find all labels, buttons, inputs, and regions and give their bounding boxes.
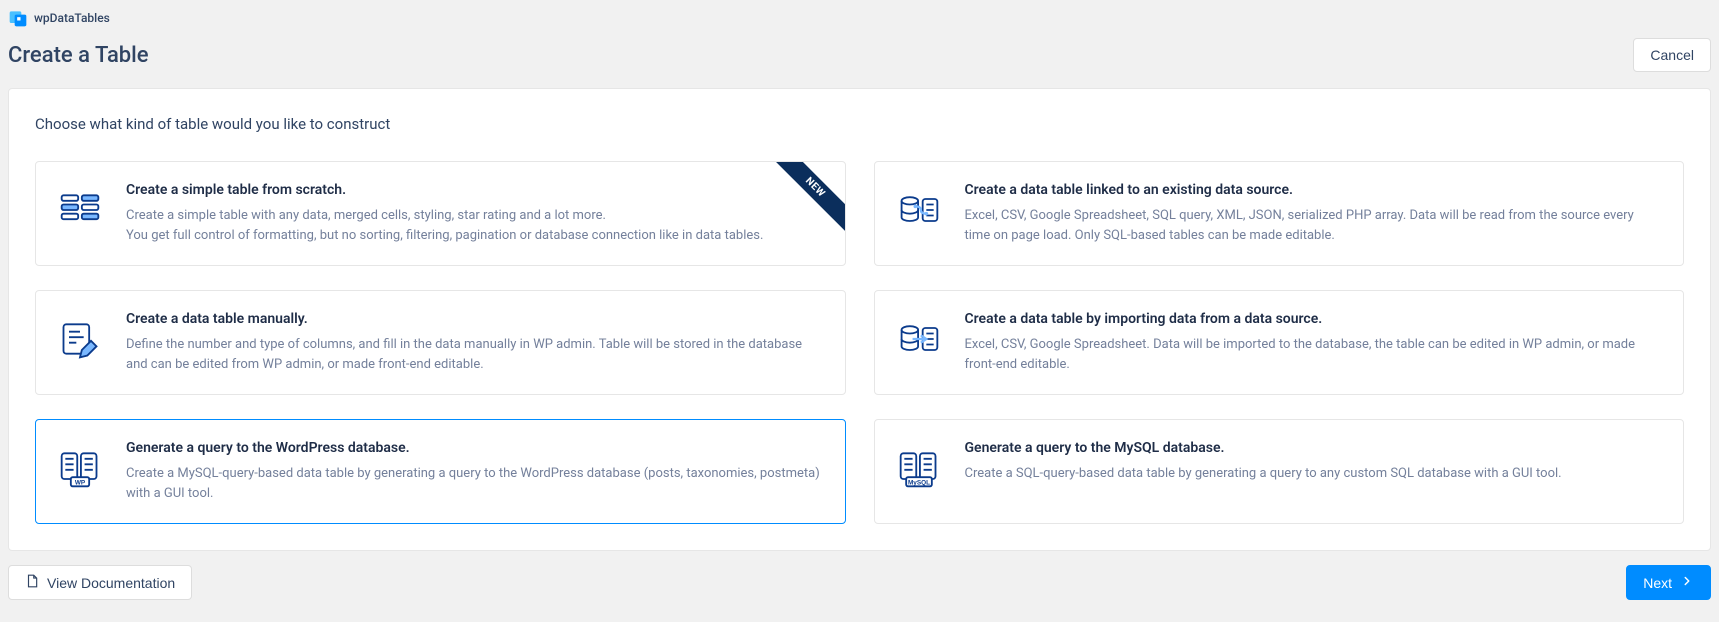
card-title: Create a simple table from scratch. [126,182,821,198]
card-mysql-query[interactable]: MySQL Generate a query to the MySQL data… [874,419,1685,524]
titlebar: Create a Table Cancel [8,38,1711,72]
card-desc: Create a simple table with any data, mer… [126,206,821,245]
card-title: Create a data table by importing data fr… [965,311,1660,327]
svg-text:MySQL: MySQL [907,480,929,487]
wordpress-query-icon: WP [56,444,104,492]
header: wpDataTables Create a Table Cancel [0,0,1719,88]
card-desc: Create a MySQL-query-based data table by… [126,464,821,503]
mysql-query-icon: MySQL [895,444,943,492]
main-panel: Choose what kind of table would you like… [8,88,1711,551]
page-title: Create a Table [8,43,149,68]
card-title: Create a data table manually. [126,311,821,327]
linked-source-icon [895,186,943,234]
card-title: Generate a query to the WordPress databa… [126,440,821,456]
card-title: Generate a query to the MySQL database. [965,440,1660,456]
card-grid: NEW Create a simple table from scratch. … [35,161,1684,524]
card-simple-table[interactable]: NEW Create a simple table from scratch. … [35,161,846,266]
document-icon [25,574,39,591]
manual-table-icon [56,315,104,363]
next-label: Next [1643,575,1672,591]
card-desc: Excel, CSV, Google Spreadsheet, SQL quer… [965,206,1660,245]
brand-name: wpDataTables [34,11,110,25]
view-documentation-label: View Documentation [47,575,175,591]
card-desc: Define the number and type of columns, a… [126,335,821,374]
card-desc: Create a SQL-query-based data table by g… [965,464,1660,484]
card-wp-query[interactable]: WP Generate a query to the WordPress dat… [35,419,846,524]
card-title: Create a data table linked to an existin… [965,182,1660,198]
svg-text:WP: WP [75,480,86,487]
section-title: Choose what kind of table would you like… [35,115,1684,133]
import-source-icon [895,315,943,363]
card-import-source[interactable]: Create a data table by importing data fr… [874,290,1685,395]
footer: View Documentation Next [0,551,1719,614]
card-desc: Excel, CSV, Google Spreadsheet. Data wil… [965,335,1660,374]
brand: wpDataTables [8,8,1711,28]
simple-table-icon [56,186,104,234]
next-button[interactable]: Next [1626,565,1711,600]
card-linked-source[interactable]: Create a data table linked to an existin… [874,161,1685,266]
card-manual-table[interactable]: Create a data table manually. Define the… [35,290,846,395]
view-documentation-button[interactable]: View Documentation [8,565,192,600]
cancel-button[interactable]: Cancel [1633,38,1711,72]
brand-logo-icon [8,8,28,28]
chevron-right-icon [1680,574,1694,591]
